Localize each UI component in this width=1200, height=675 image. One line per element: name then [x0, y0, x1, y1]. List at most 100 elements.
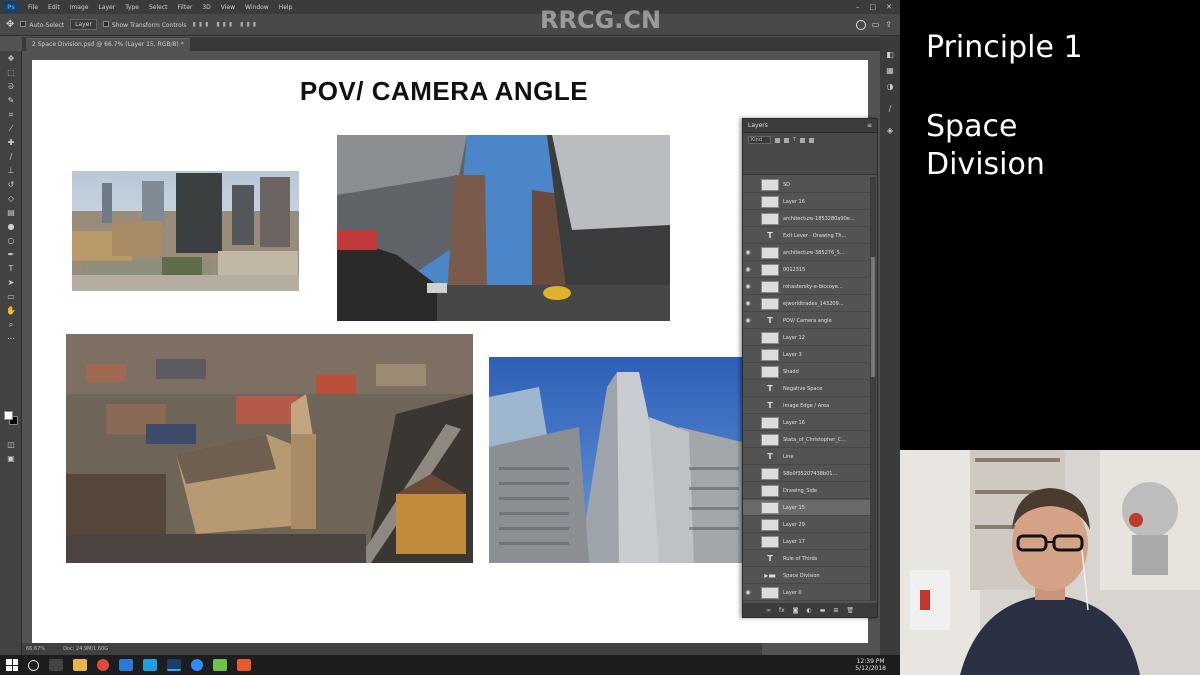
- history-brush-icon[interactable]: ↺: [6, 181, 16, 189]
- filter-shape-icon[interactable]: [800, 137, 806, 143]
- menu-3d[interactable]: 3D: [197, 4, 215, 11]
- menu-select[interactable]: Select: [144, 4, 173, 11]
- system-clock[interactable]: 12:39 PM 5/12/2018: [855, 658, 900, 672]
- menu-image[interactable]: Image: [65, 4, 94, 11]
- layer-row[interactable]: ◉ architecture-385276_5...: [743, 245, 871, 261]
- eraser-tool-icon[interactable]: ◇: [6, 195, 16, 203]
- layer-select-dropdown[interactable]: Layer: [70, 19, 97, 30]
- stamp-tool-icon[interactable]: ⊥: [6, 167, 16, 175]
- crop-tool-icon[interactable]: ⌗: [6, 111, 16, 119]
- adjustments-icon[interactable]: ◑: [885, 82, 895, 92]
- new-group-icon[interactable]: ▬: [820, 607, 826, 614]
- layer-row[interactable]: T Image Edge / Area: [743, 398, 871, 414]
- move-tool-icon[interactable]: ✥: [6, 19, 14, 30]
- layer-row[interactable]: T Negative Space: [743, 381, 871, 397]
- layer-row[interactable]: Layer 15: [743, 500, 871, 516]
- gradient-tool-icon[interactable]: ▤: [6, 209, 16, 217]
- healing-tool-icon[interactable]: ✚: [6, 139, 16, 147]
- layer-row[interactable]: T Line: [743, 449, 871, 465]
- edge-icon[interactable]: [119, 659, 133, 671]
- type-tool-icon[interactable]: T: [6, 265, 16, 273]
- layer-row[interactable]: ◉ ejworldtrades_143209...: [743, 296, 871, 312]
- close-icon[interactable]: ✕: [886, 3, 892, 11]
- move-tool-icon[interactable]: ✥: [6, 55, 16, 63]
- menu-view[interactable]: View: [216, 4, 240, 11]
- eyedropper-tool-icon[interactable]: ⁄: [6, 125, 16, 133]
- start-icon[interactable]: [6, 659, 18, 671]
- layer-row[interactable]: SD: [743, 177, 871, 193]
- photoshop-taskbar-icon[interactable]: [167, 659, 181, 671]
- visibility-eye-icon[interactable]: ◉: [743, 249, 753, 256]
- layer-row[interactable]: architecture-1853280a90e...: [743, 211, 871, 227]
- quick-mask-icon[interactable]: ◫: [6, 441, 16, 449]
- recorder-icon[interactable]: [237, 659, 251, 671]
- skype-icon[interactable]: [143, 659, 157, 671]
- auto-select-checkbox[interactable]: Auto-Select: [20, 20, 64, 29]
- shape-tool-icon[interactable]: ▭: [6, 293, 16, 301]
- menu-window[interactable]: Window: [240, 4, 274, 11]
- properties-icon[interactable]: ◧: [885, 50, 895, 60]
- panel-menu-icon[interactable]: ≡: [867, 122, 877, 129]
- blur-tool-icon[interactable]: ●: [6, 223, 16, 231]
- chrome-icon[interactable]: [97, 659, 109, 671]
- search-icon[interactable]: [855, 19, 866, 30]
- zoom-tool-icon[interactable]: ⌕: [6, 321, 16, 329]
- foreground-color-swatch[interactable]: [4, 411, 13, 420]
- file-explorer-icon[interactable]: [73, 659, 87, 671]
- link-layers-icon[interactable]: ∞: [766, 607, 771, 614]
- layer-row[interactable]: Layer 29: [743, 517, 871, 533]
- layers-dock-icon[interactable]: ◈: [885, 126, 895, 136]
- quick-select-tool-icon[interactable]: ✎: [6, 97, 16, 105]
- visibility-eye-icon[interactable]: ◉: [743, 300, 753, 307]
- layer-row[interactable]: T Exit Lever - Drawing Th...: [743, 228, 871, 244]
- visibility-eye-icon[interactable]: ◉: [743, 266, 753, 273]
- lasso-tool-icon[interactable]: ᘐ: [6, 83, 16, 91]
- zoom-app-icon[interactable]: [191, 659, 203, 671]
- transform-controls-checkbox[interactable]: Show Transform Controls: [102, 20, 187, 29]
- zoom-level[interactable]: 66.67%: [26, 646, 45, 652]
- document-tab[interactable]: 2 Space Division.psd @ 66.7% (Layer 15, …: [26, 38, 190, 51]
- search-icon[interactable]: [28, 659, 39, 671]
- layer-row[interactable]: Layer 17: [743, 534, 871, 550]
- visibility-eye-icon[interactable]: ◉: [743, 589, 753, 596]
- task-view-icon[interactable]: [49, 659, 63, 671]
- menu-help[interactable]: Help: [274, 4, 298, 11]
- layers-scrollbar[interactable]: [870, 177, 876, 601]
- menu-layer[interactable]: Layer: [93, 4, 120, 11]
- layer-row[interactable]: Layer 16: [743, 194, 871, 210]
- layer-row[interactable]: Layer 3: [743, 347, 871, 363]
- layer-row[interactable]: Drawing_Side: [743, 483, 871, 499]
- layer-row[interactable]: ◉ Layer 0: [743, 585, 871, 601]
- adjustment-layer-icon[interactable]: ◐: [806, 607, 811, 614]
- menu-edit[interactable]: Edit: [43, 4, 65, 11]
- layer-row[interactable]: ▸▬ Space Division: [743, 568, 871, 584]
- brush-tool-icon[interactable]: ∕: [6, 153, 16, 161]
- swatches-icon[interactable]: ▦: [885, 66, 895, 76]
- pen-tool-icon[interactable]: ✒: [6, 251, 16, 259]
- layer-row[interactable]: T Rule of Thirds: [743, 551, 871, 567]
- filter-type-icon[interactable]: T: [793, 137, 796, 143]
- layer-row[interactable]: ◉ T POV/ Camera angle: [743, 313, 871, 329]
- filter-kind-dropdown[interactable]: Kind: [748, 136, 772, 144]
- menu-file[interactable]: File: [23, 4, 43, 11]
- filter-smart-object-icon[interactable]: [809, 137, 815, 143]
- camtasia-icon[interactable]: [213, 659, 227, 671]
- filter-adjustment-icon[interactable]: [784, 137, 790, 143]
- photo-church-aerial[interactable]: [66, 334, 473, 563]
- add-mask-icon[interactable]: ◙: [793, 607, 799, 614]
- layer-row[interactable]: Stata_of_Christopher_C...: [743, 432, 871, 448]
- marquee-tool-icon[interactable]: ⬚: [6, 69, 16, 77]
- brush-settings-icon[interactable]: ∕: [885, 104, 895, 114]
- blend-mode-row[interactable]: [743, 147, 877, 175]
- layer-row[interactable]: Layer 12: [743, 330, 871, 346]
- menu-filter[interactable]: Filter: [173, 4, 198, 11]
- visibility-eye-icon[interactable]: ◉: [743, 283, 753, 290]
- photo-street-low-angle[interactable]: [337, 135, 670, 321]
- layer-style-icon[interactable]: fx: [779, 607, 785, 614]
- visibility-eye-icon[interactable]: ◉: [743, 317, 753, 324]
- new-layer-icon[interactable]: ⊞: [833, 607, 838, 614]
- more-tools-icon[interactable]: ⋯: [6, 335, 16, 343]
- path-select-tool-icon[interactable]: ➤: [6, 279, 16, 287]
- delete-layer-icon[interactable]: 🗑: [846, 607, 854, 614]
- screen-mode-icon[interactable]: ▣: [6, 455, 16, 463]
